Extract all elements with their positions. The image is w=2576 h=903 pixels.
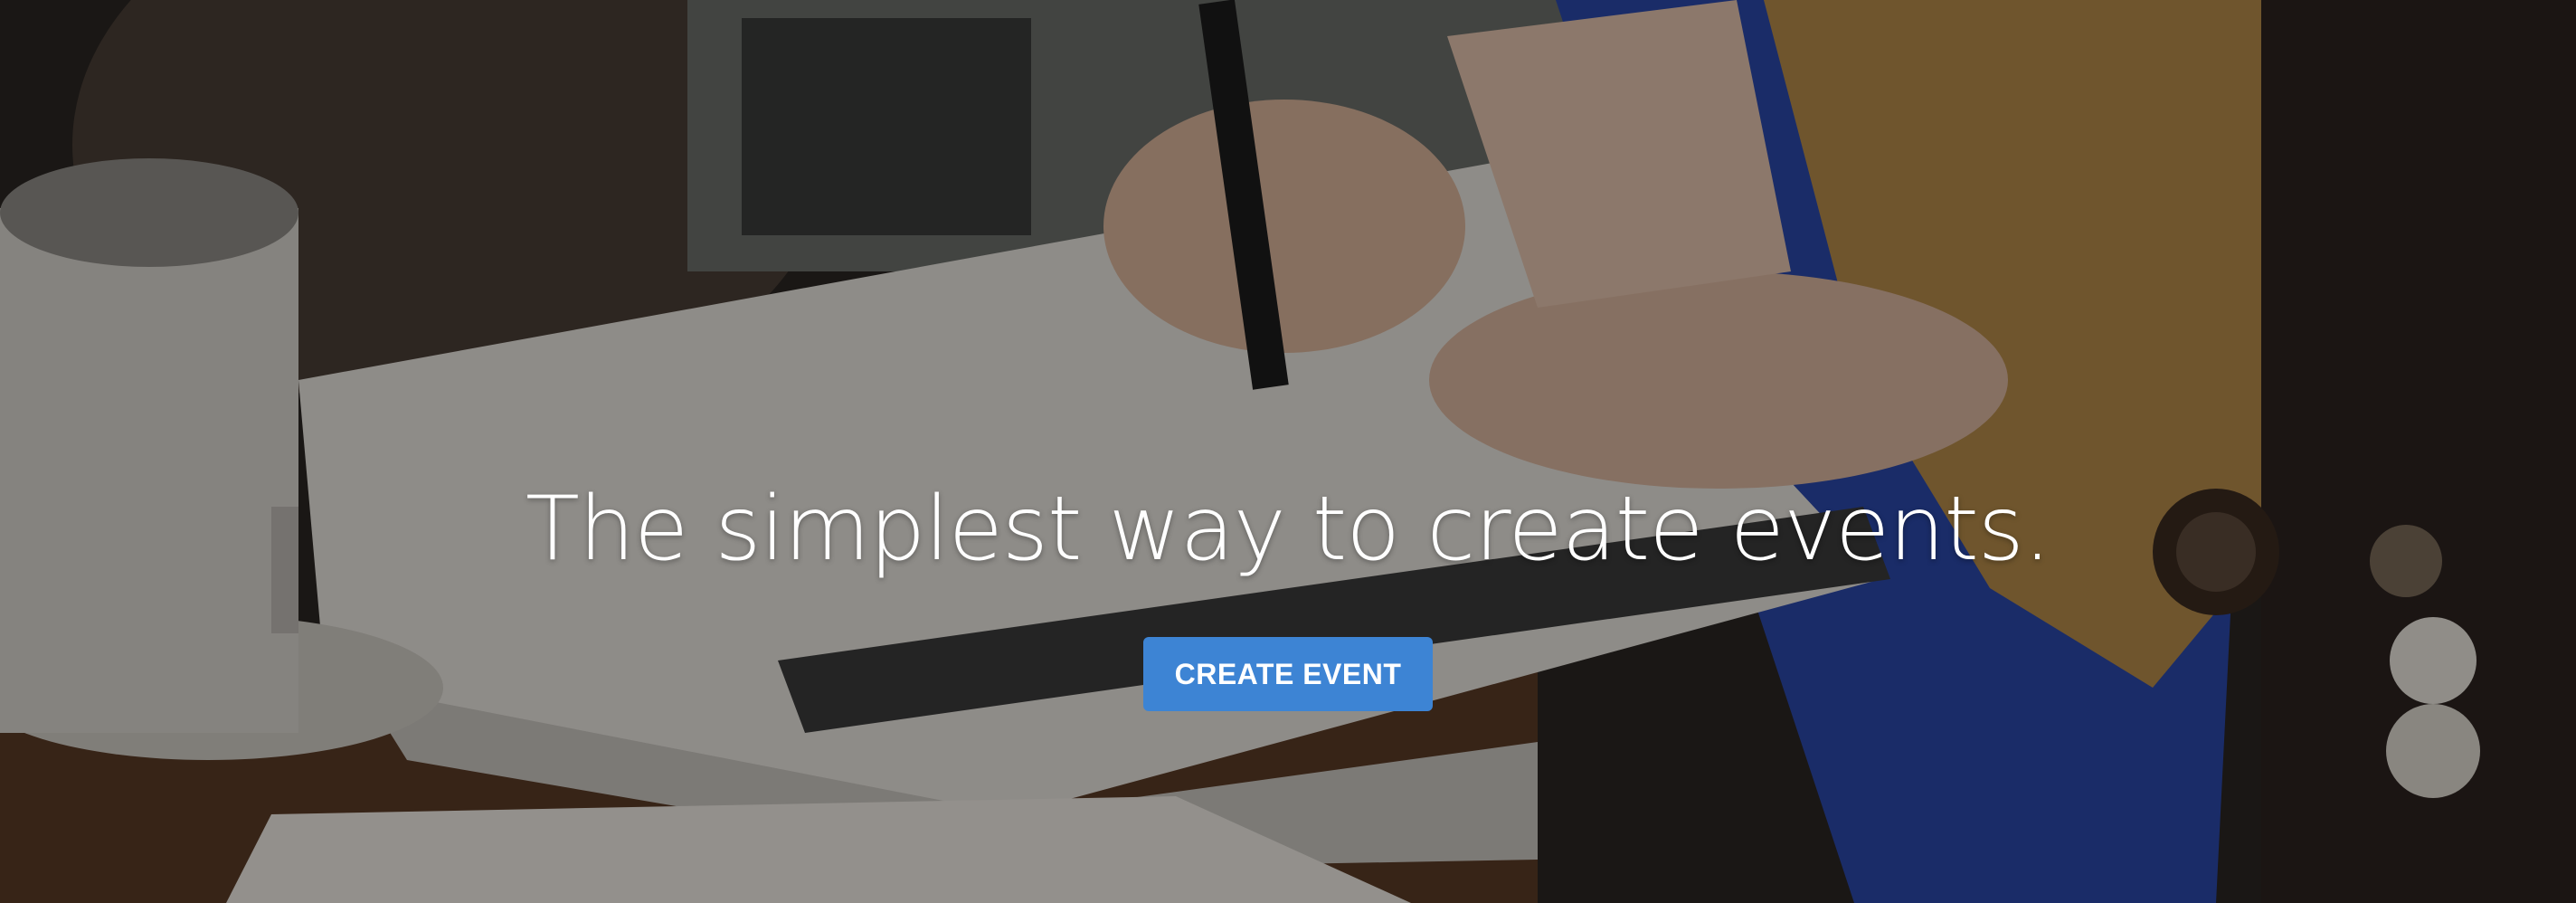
hero-dim-overlay (0, 0, 2576, 903)
hero-headline: The simplest way to create events. (526, 478, 2051, 581)
create-event-button[interactable]: CREATE EVENT (1143, 637, 1433, 711)
hero-content: The simplest way to create events. CREAT… (0, 471, 2576, 711)
hero-section: The simplest way to create events. CREAT… (0, 0, 2576, 903)
